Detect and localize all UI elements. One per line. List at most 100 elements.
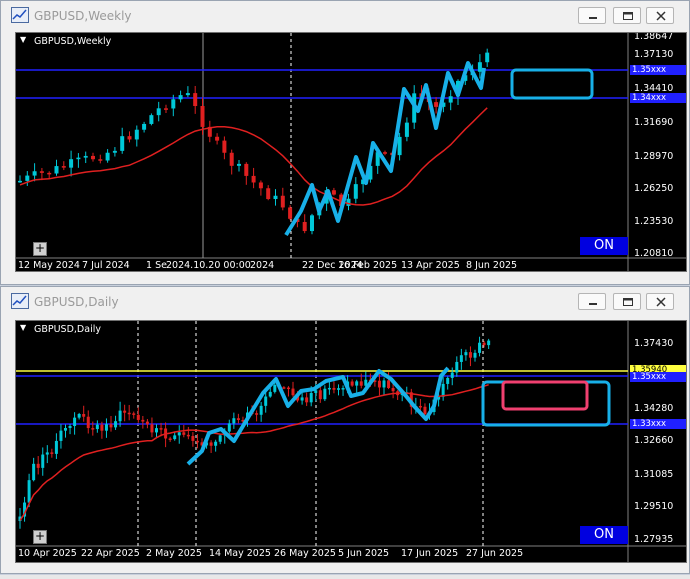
- add-indicator-icon[interactable]: +: [33, 530, 47, 544]
- weekly-window-titlebar[interactable]: GBPUSD,Weekly: [1, 1, 689, 29]
- daily-window-titlebar[interactable]: GBPUSD,Daily: [1, 287, 689, 315]
- daily-candle: [441, 383, 445, 397]
- daily-candle: [446, 377, 450, 384]
- weekly-chart-window: GBPUSD,Weekly GBPUSD,Weekly ▼ + ON 1.386…: [0, 0, 690, 285]
- daily-candle: [377, 380, 381, 388]
- weekly-candle: [105, 152, 110, 161]
- daily-chart-window: GBPUSD,Daily GBPUSD,Daily ▼ + ON 1.37430…: [0, 286, 690, 574]
- daily-candle: [291, 388, 295, 396]
- daily-candle: [327, 387, 331, 390]
- weekly-chart-symbol-label: GBPUSD,Weekly: [34, 36, 112, 47]
- restore-button[interactable]: [613, 7, 641, 24]
- weekly-candle: [83, 155, 88, 158]
- weekly-candle: [288, 207, 293, 219]
- daily-candle: [273, 384, 277, 392]
- daily-candle: [464, 352, 468, 356]
- daily-candle: [100, 424, 104, 431]
- weekly-date-label: 1 Se: [146, 260, 167, 271]
- daily-candle: [387, 380, 391, 389]
- weekly-candle: [178, 95, 183, 100]
- inner-target-box: [501, 380, 589, 411]
- restore-button[interactable]: [613, 293, 641, 310]
- daily-candle: [68, 426, 72, 429]
- weekly-candle: [142, 123, 147, 130]
- daily-date-label: 26 May 2025: [274, 548, 336, 559]
- weekly-candle: [91, 155, 95, 160]
- daily-candle: [50, 452, 54, 454]
- daily-price-chart[interactable]: GBPUSD,Daily ▼ + ON 1.374301.359401.3428…: [15, 320, 687, 563]
- daily-candle: [259, 405, 263, 415]
- trend-highlight-stroke: [284, 61, 486, 237]
- weekly-price-label: 1.20810: [634, 248, 674, 259]
- weekly-candle: [54, 166, 59, 174]
- support-price-tag: 1.33xxx: [630, 419, 686, 429]
- daily-date-label: 14 May 2025: [209, 548, 271, 559]
- close-icon: [656, 297, 666, 307]
- weekly-candle: [171, 99, 176, 109]
- daily-date-label: 5 Jun 2025: [338, 548, 390, 559]
- weekly-chart-triangle-icon: ▼: [20, 35, 27, 44]
- daily-candle: [264, 396, 268, 406]
- weekly-candle: [477, 62, 482, 72]
- daily-candle: [77, 414, 81, 418]
- daily-candle: [309, 392, 313, 403]
- weekly-on-button[interactable]: ON: [580, 237, 628, 255]
- daily-date-label: 27 Jun 2025: [466, 548, 524, 559]
- daily-candle: [355, 381, 359, 386]
- weekly-candle: [76, 157, 81, 160]
- weekly-candle: [237, 163, 241, 166]
- daily-candle: [487, 340, 491, 346]
- status-strip: [0, 575, 690, 579]
- weekly-price-label: 1.38647: [634, 32, 674, 42]
- minimize-button[interactable]: [578, 293, 606, 310]
- weekly-candle: [127, 136, 132, 140]
- daily-candle: [145, 421, 149, 425]
- daily-candle: [136, 414, 140, 420]
- weekly-candle: [32, 171, 37, 176]
- daily-candle: [118, 410, 122, 422]
- daily-candle: [73, 417, 77, 427]
- daily-chart-triangle-icon: ▼: [20, 323, 27, 332]
- weekly-moving-average: [19, 107, 488, 206]
- daily-price-label: 1.32660: [634, 435, 674, 446]
- weekly-candle: [244, 163, 249, 176]
- daily-date-label: 17 Jun 2025: [401, 548, 459, 559]
- trend-highlight-stroke: [186, 366, 450, 466]
- daily-candle: [104, 424, 108, 431]
- daily-candle: [300, 397, 304, 401]
- daily-on-button[interactable]: ON: [580, 526, 628, 544]
- weekly-date-label: 7 Jul 2024: [82, 260, 130, 271]
- weekly-candle: [134, 129, 139, 140]
- daily-candle: [332, 387, 336, 390]
- minimize-button[interactable]: [578, 7, 606, 24]
- daily-candle: [177, 432, 181, 436]
- daily-candle: [114, 421, 118, 428]
- daily-price-label: 1.34280: [634, 403, 674, 414]
- close-button[interactable]: [646, 293, 674, 310]
- weekly-candle: [39, 171, 44, 173]
- daily-candle: [227, 423, 231, 432]
- daily-candle: [127, 412, 131, 415]
- daily-candle: [64, 428, 67, 431]
- daily-candle: [423, 406, 427, 415]
- restore-icon: [623, 298, 633, 306]
- daily-candle: [141, 419, 145, 422]
- weekly-price-chart[interactable]: GBPUSD,Weekly ▼ + ON 1.38647 1.37130 1.344…: [15, 32, 687, 272]
- daily-candle: [286, 387, 290, 390]
- weekly-candle: [404, 122, 409, 137]
- daily-candle: [182, 432, 186, 435]
- daily-candle: [323, 388, 327, 400]
- weekly-candle: [331, 190, 336, 195]
- daily-candle: [305, 397, 309, 403]
- daily-candle: [450, 372, 454, 378]
- close-icon: [656, 11, 666, 21]
- daily-candle: [173, 435, 177, 440]
- close-button[interactable]: [646, 7, 674, 24]
- weekly-date-label: 13 Apr 2025: [401, 260, 460, 271]
- add-indicator-icon[interactable]: +: [33, 242, 47, 256]
- weekly-candle: [25, 175, 30, 181]
- daily-candle: [337, 388, 340, 390]
- weekly-candle: [273, 195, 278, 200]
- daily-candle: [482, 342, 486, 346]
- weekly-candle: [346, 198, 351, 206]
